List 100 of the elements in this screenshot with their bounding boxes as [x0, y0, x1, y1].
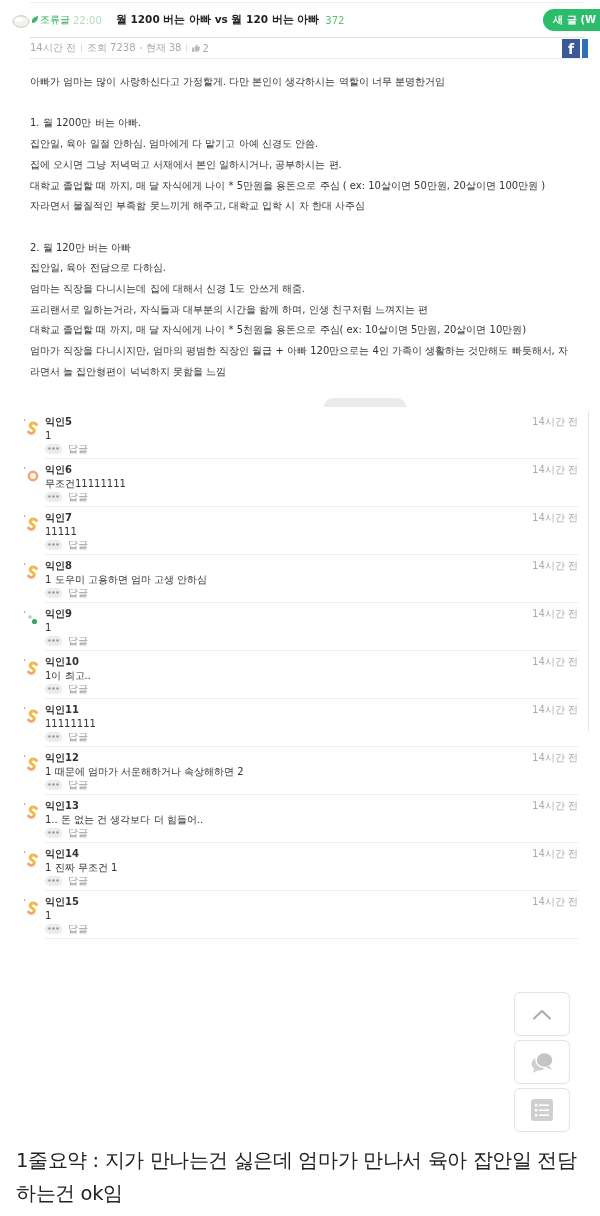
comment-time: 14시간 전 — [532, 511, 578, 525]
view-count: 조회 7238 — [86, 41, 136, 55]
body-text: 1. 월 1200만 버는 아빠. — [30, 116, 142, 131]
comment-text: 11111 — [45, 524, 78, 538]
ellipsis-icon — [48, 687, 59, 690]
more-button[interactable] — [45, 875, 62, 886]
ellipsis-icon — [48, 639, 59, 642]
body-text: 집안일, 육아 전담으로 다하심. — [30, 261, 167, 276]
body-text: 대학교 졸업할 때 까지, 매 달 자식에게 나이 * 5만원을 용돈으로 주심 ( ex: 10살이면 50만원, 20살이면 100만원 ) — [30, 178, 547, 193]
comment-author: 익인5 — [45, 415, 72, 429]
more-button[interactable] — [45, 539, 62, 550]
more-button[interactable] — [45, 731, 62, 742]
swirl-avatar-icon — [24, 754, 40, 771]
body-text: 엄마가 직장을 다니시지만, 엄마의 평범한 직장인 월급 + 아빠 120만으로는 4인 가족이 생활하는 것만해도 빠듯해서, 자라면서 늘 집안형편이 넉넉하지 못함을 느낌 — [30, 344, 569, 379]
ring-avatar-icon — [24, 466, 40, 483]
comment-author: 익인13 — [45, 799, 79, 813]
comment-text: 1 때문에 엄마가 서운해하거나 속상해하면 2 — [45, 764, 245, 778]
reply-button[interactable]: 답글 — [68, 489, 88, 504]
comment-author: 익인10 — [45, 655, 79, 669]
comment-author: 익인11 — [45, 703, 79, 717]
comment-text: 1 도우미 고용하면 엄마 고생 안하심 — [45, 572, 209, 586]
list-button[interactable] — [514, 1088, 570, 1132]
swirl-avatar-icon — [24, 562, 40, 579]
ellipsis-icon — [48, 831, 59, 834]
comment-time: 14시간 전 — [532, 847, 578, 861]
comment-text: 1이 최고.. — [45, 668, 92, 682]
profile-avatar-icon — [12, 12, 30, 28]
reply-button[interactable]: 답글 — [68, 729, 88, 744]
body-text: 자라면서 물질적인 부족함 못느끼게 해주고, 대학교 입학 시 차 한대 사주심 — [30, 199, 366, 214]
like-count: 2 — [202, 42, 209, 54]
body-text: 2. 월 120만 버는 아빠 — [30, 240, 133, 255]
comment-author: 익인9 — [45, 607, 72, 621]
more-button[interactable] — [45, 827, 62, 838]
comments-button[interactable] — [514, 1040, 570, 1084]
category-note: 22:00 — [73, 14, 102, 26]
swirl-avatar-icon — [24, 514, 40, 531]
comment-text: 무조건11111111 — [45, 476, 127, 490]
more-button[interactable] — [45, 779, 62, 790]
reply-button[interactable]: 답글 — [68, 921, 88, 936]
more-button[interactable] — [45, 491, 62, 502]
comment-author: 익인14 — [45, 847, 79, 861]
list-icon — [531, 1099, 553, 1121]
ellipsis-icon — [48, 927, 59, 930]
comment-text: 1 — [45, 620, 53, 634]
new-post-button[interactable]: 새 글 (W — [543, 9, 600, 31]
swirl-avatar-icon — [24, 898, 40, 915]
body-text: 아빠가 엄마는 많이 사랑하신다고 가정할게. 다만 본인이 생각하시는 역할이 너무 분명한거임 — [30, 75, 446, 89]
more-button[interactable] — [45, 683, 62, 694]
share-button[interactable] — [582, 38, 588, 58]
reply-button[interactable]: 답글 — [68, 633, 88, 648]
comment-text: 1.. 돈 없는 건 생각보다 더 힘들어.. — [45, 812, 205, 826]
body-text: 대학교 졸업할 때 까지, 매 달 자식에게 나이 * 5천원을 용돈으로 주심( ex: 10살이면 5만원, 20살이면 10만원) — [30, 323, 528, 338]
comment-time: 14시간 전 — [532, 799, 578, 813]
comment-text: 1 진짜 무조건 1 — [45, 860, 119, 874]
more-button[interactable] — [45, 923, 62, 934]
comment-time: 14시간 전 — [532, 703, 578, 717]
comment-time: 14시간 전 — [532, 559, 578, 573]
post-title: 월 1200 버는 아빠 vs 월 120 버는 아빠 — [115, 13, 320, 27]
comment-text: 1 — [45, 428, 53, 442]
ellipsis-icon — [48, 591, 59, 594]
body-text: 엄마는 직장을 다니시는데 집에 대해서 신경 1도 안쓰게 해줌. — [30, 282, 306, 296]
comment-text: 1 — [45, 908, 53, 922]
reply-button[interactable]: 답글 — [68, 825, 88, 840]
comment-time: 14시간 전 — [532, 607, 578, 621]
reply-button[interactable]: 답글 — [68, 873, 88, 888]
reply-button[interactable]: 답글 — [68, 681, 88, 696]
body-text: 프리랜서로 일하는거라, 자식들과 대부분의 시간을 함께 하며, 인생 친구처럼 느껴지는 편 — [30, 302, 430, 317]
summary-text: 1줄요약 : 지가 만나는건 싫은데 엄마가 만나서 육아 잡안일 전담하는건 ok임 — [16, 1148, 578, 1207]
comment-time: 14시간 전 — [532, 415, 578, 429]
comment-time: 14시간 전 — [532, 895, 578, 909]
more-button[interactable] — [45, 443, 62, 454]
more-button[interactable] — [45, 635, 62, 646]
facebook-share-button[interactable]: f — [562, 38, 580, 58]
comment-author: 익인15 — [45, 895, 79, 909]
category-link[interactable]: 조류글 — [40, 13, 70, 27]
swirl-avatar-icon — [24, 802, 40, 819]
swirl-avatar-icon — [24, 850, 40, 867]
comment-author: 익인8 — [45, 559, 72, 573]
swirl-avatar-icon — [24, 418, 40, 435]
scroll-top-button[interactable] — [514, 992, 570, 1036]
ellipsis-icon — [48, 879, 59, 882]
comment-text: 11111111 — [45, 716, 97, 730]
chevron-up-icon — [532, 1008, 552, 1020]
reply-button[interactable]: 답글 — [68, 777, 88, 792]
body-text: 집안일, 육아 일절 안하심. 엄마에게 다 맡기고 아예 신경도 안씀. — [30, 137, 320, 152]
chat-bubbles-icon — [530, 1050, 554, 1074]
comment-author: 익인6 — [45, 463, 72, 477]
reply-button[interactable]: 답글 — [68, 441, 88, 456]
swirl-avatar-icon — [24, 658, 40, 675]
comment-time: 14시간 전 — [532, 463, 578, 477]
ellipsis-icon — [48, 543, 59, 546]
body-text: 집에 오시면 그냥 저녁먹고 서재에서 본인 일하시거나, 공부하시는 편. — [30, 157, 343, 172]
more-button[interactable] — [45, 587, 62, 598]
comment-author: 익인12 — [45, 751, 79, 765]
ellipsis-icon — [48, 447, 59, 450]
reply-button[interactable]: 답글 — [68, 585, 88, 600]
reply-button[interactable]: 답글 — [68, 537, 88, 552]
meta-count: 현재 38 — [145, 41, 182, 55]
comment-author: 익인7 — [45, 511, 72, 525]
thumbs-up-icon — [192, 44, 201, 52]
